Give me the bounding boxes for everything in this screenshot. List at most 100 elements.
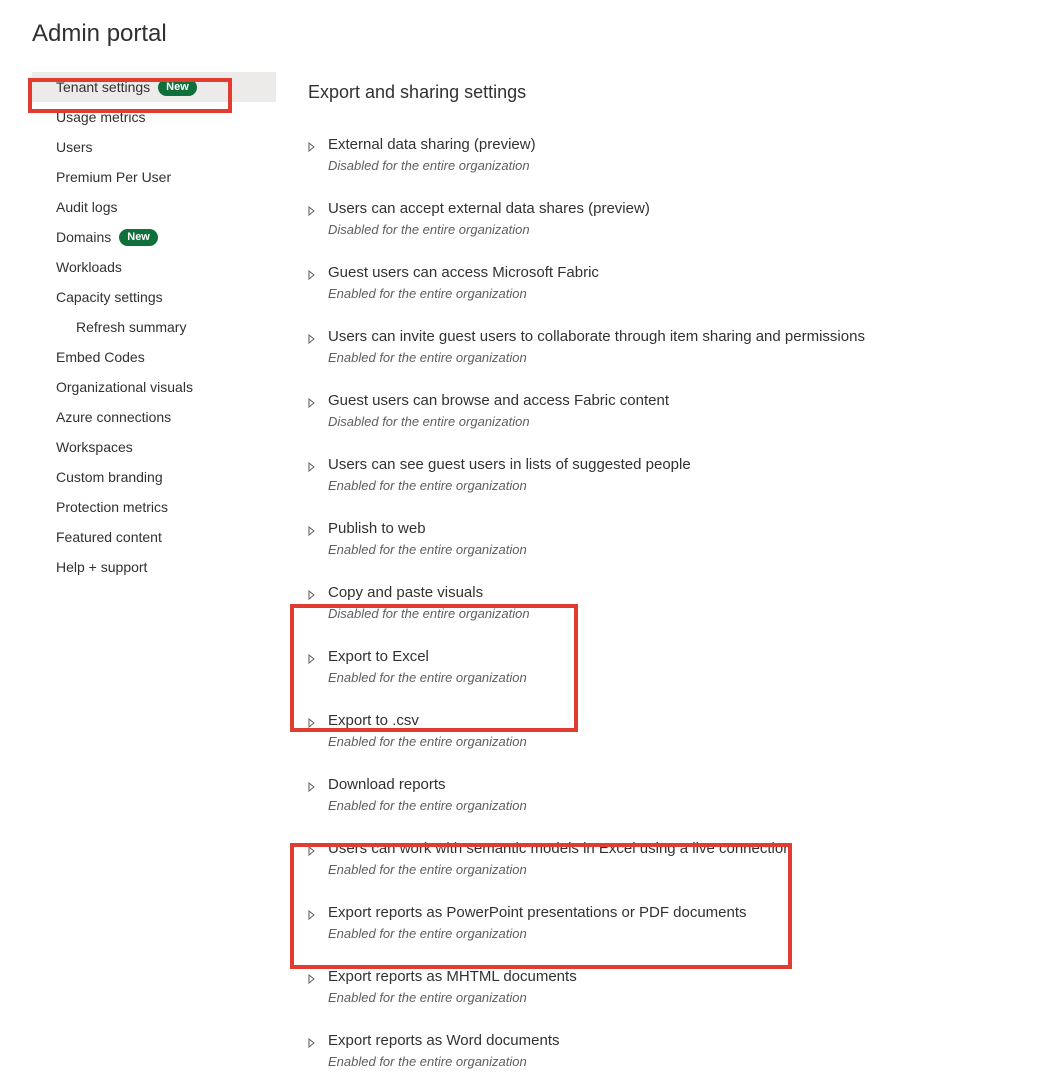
setting-text: Copy and paste visualsDisabled for the e… [328, 583, 1034, 623]
setting-label: Download reports [328, 775, 1034, 795]
sidebar-item-label: Azure connections [56, 408, 171, 426]
setting-label: Users can invite guest users to collabor… [328, 327, 1034, 347]
setting-label: External data sharing (preview) [328, 135, 1034, 155]
sidebar-item-label: Help + support [56, 558, 147, 576]
setting-status: Enabled for the entire organization [328, 1053, 1034, 1071]
setting-label: Users can work with semantic models in E… [328, 839, 1034, 859]
setting-item-0[interactable]: External data sharing (preview)Disabled … [308, 127, 1034, 191]
expand-icon [308, 455, 328, 495]
sidebar-item-label: Capacity settings [56, 288, 163, 306]
expand-icon [308, 775, 328, 815]
expand-icon [308, 135, 328, 175]
setting-item-7[interactable]: Copy and paste visualsDisabled for the e… [308, 575, 1034, 639]
sidebar-item-label: Premium Per User [56, 168, 171, 186]
sidebar-item-5[interactable]: Domains New [32, 222, 276, 252]
expand-icon [308, 583, 328, 623]
setting-item-13[interactable]: Export reports as MHTML documents Enabled… [308, 959, 1034, 1023]
setting-text: Users can see guest users in lists of su… [328, 455, 1034, 495]
sidebar-item-label: Embed Codes [56, 348, 145, 366]
sidebar-item-8[interactable]: Refresh summary [32, 312, 276, 342]
sidebar-item-label: Featured content [56, 528, 162, 546]
setting-text: External data sharing (preview)Disabled … [328, 135, 1034, 175]
setting-item-12[interactable]: Export reports as PowerPoint presentatio… [308, 895, 1034, 959]
setting-item-9[interactable]: Export to .csv Enabled for the entire org… [308, 703, 1034, 767]
expand-icon [308, 519, 328, 559]
setting-text: Export reports as Word documents Enabled … [328, 1031, 1034, 1071]
setting-status: Enabled for the entire organization [328, 861, 1034, 879]
setting-text: Users can work with semantic models in E… [328, 839, 1034, 879]
page-title: Admin portal [32, 20, 1054, 48]
sidebar-item-16[interactable]: Help + support [32, 552, 276, 582]
expand-icon [308, 263, 328, 303]
sidebar-item-label: Workloads [56, 258, 122, 276]
setting-item-11[interactable]: Users can work with semantic models in E… [308, 831, 1034, 895]
setting-item-8[interactable]: Export to ExcelEnabled for the entire or… [308, 639, 1034, 703]
setting-text: Export to ExcelEnabled for the entire or… [328, 647, 1034, 687]
sidebar-item-label: Custom branding [56, 468, 163, 486]
sidebar-item-11[interactable]: Azure connections [32, 402, 276, 432]
sidebar-item-label: Tenant settings [56, 78, 150, 96]
sidebar-item-0[interactable]: Tenant settings New [32, 72, 276, 102]
sidebar-item-10[interactable]: Organizational visuals [32, 372, 276, 402]
setting-status: Disabled for the entire organization [328, 221, 1034, 239]
sidebar-item-6[interactable]: Workloads [32, 252, 276, 282]
setting-status: Enabled for the entire organization [328, 989, 1034, 1007]
setting-item-2[interactable]: Guest users can access Microsoft FabricE… [308, 255, 1034, 319]
sidebar-item-label: Audit logs [56, 198, 117, 216]
sidebar-item-label: Domains [56, 228, 111, 246]
setting-text: Export reports as PowerPoint presentatio… [328, 903, 1034, 943]
setting-item-6[interactable]: Publish to web Enabled for the entire org… [308, 511, 1034, 575]
setting-label: Export reports as Word documents [328, 1031, 1034, 1051]
setting-label: Export reports as MHTML documents [328, 967, 1034, 987]
expand-icon [308, 199, 328, 239]
setting-label: Export to .csv [328, 711, 1034, 731]
expand-icon [308, 839, 328, 879]
sidebar-item-label: Refresh summary [76, 318, 186, 336]
setting-text: Guest users can browse and access Fabric… [328, 391, 1034, 431]
sidebar-item-15[interactable]: Featured content [32, 522, 276, 552]
setting-label: Export reports as PowerPoint presentatio… [328, 903, 1034, 923]
setting-status: Enabled for the entire organization [328, 285, 1034, 303]
sidebar-item-label: Users [56, 138, 93, 156]
sidebar-item-1[interactable]: Usage metrics [32, 102, 276, 132]
setting-text: Download reports Enabled for the entire o… [328, 775, 1034, 815]
sidebar-item-label: Usage metrics [56, 108, 145, 126]
sidebar-item-9[interactable]: Embed Codes [32, 342, 276, 372]
setting-text: Export to .csv Enabled for the entire org… [328, 711, 1034, 751]
sidebar-item-13[interactable]: Custom branding [32, 462, 276, 492]
new-badge: New [158, 79, 197, 96]
setting-item-10[interactable]: Download reports Enabled for the entire o… [308, 767, 1034, 831]
sidebar-item-4[interactable]: Audit logs [32, 192, 276, 222]
sidebar-item-14[interactable]: Protection metrics [32, 492, 276, 522]
sidebar-item-label: Protection metrics [56, 498, 168, 516]
setting-item-1[interactable]: Users can accept external data shares (p… [308, 191, 1034, 255]
setting-status: Enabled for the entire organization [328, 733, 1034, 751]
new-badge: New [119, 229, 158, 246]
setting-status: Enabled for the entire organization [328, 797, 1034, 815]
sidebar-item-7[interactable]: Capacity settings [32, 282, 276, 312]
setting-status: Enabled for the entire organization [328, 477, 1034, 495]
setting-text: Users can invite guest users to collabor… [328, 327, 1034, 367]
setting-status: Enabled for the entire organization [328, 669, 1034, 687]
setting-label: Publish to web [328, 519, 1034, 539]
setting-item-14[interactable]: Export reports as Word documents Enabled … [308, 1023, 1034, 1087]
section-title: Export and sharing settings [308, 82, 1034, 103]
setting-item-5[interactable]: Users can see guest users in lists of su… [308, 447, 1034, 511]
setting-text: Export reports as MHTML documents Enabled… [328, 967, 1034, 1007]
settings-list: External data sharing (preview) Disabled … [308, 127, 1034, 1087]
sidebar-item-label: Organizational visuals [56, 378, 193, 396]
expand-icon [308, 903, 328, 943]
setting-status: Disabled for the entire organization [328, 413, 1034, 431]
sidebar-item-3[interactable]: Premium Per User [32, 162, 276, 192]
expand-icon [308, 1031, 328, 1071]
setting-item-3[interactable]: Users can invite guest users to collabor… [308, 319, 1034, 383]
sidebar-item-2[interactable]: Users [32, 132, 276, 162]
expand-icon [308, 711, 328, 751]
setting-text: Users can accept external data shares (p… [328, 199, 1034, 239]
setting-item-4[interactable]: Guest users can browse and access Fabric… [308, 383, 1034, 447]
expand-icon [308, 391, 328, 431]
setting-label: Guest users can browse and access Fabric… [328, 391, 1034, 411]
setting-status: Disabled for the entire organization [328, 605, 1034, 623]
sidebar-item-12[interactable]: Workspaces [32, 432, 276, 462]
setting-status: Enabled for the entire organization [328, 541, 1034, 559]
